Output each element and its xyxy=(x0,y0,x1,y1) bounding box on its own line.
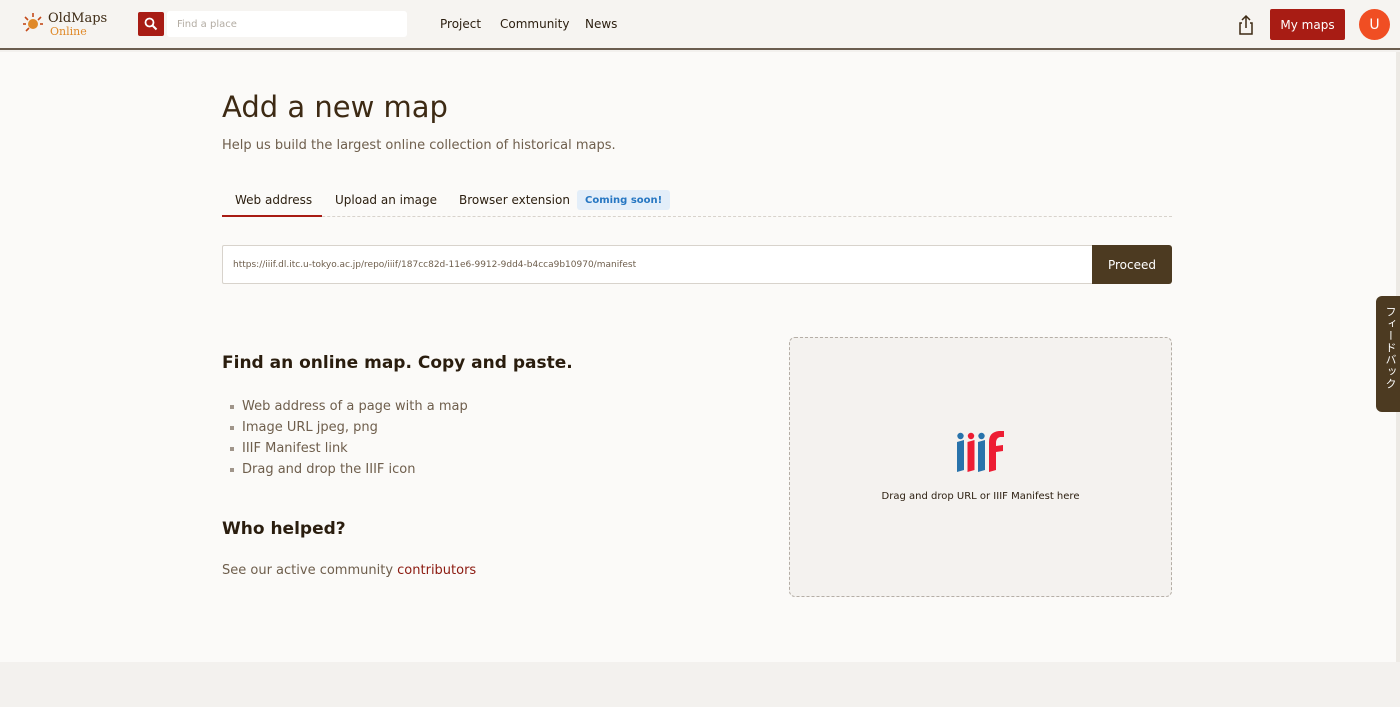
user-avatar[interactable]: U xyxy=(1359,9,1390,40)
logo-text-online: Online xyxy=(50,25,87,38)
coming-soon-badge: Coming soon! xyxy=(577,190,671,210)
who-helped-heading: Who helped? xyxy=(222,519,346,539)
search-input[interactable] xyxy=(167,11,407,37)
proceed-button[interactable]: Proceed xyxy=(1092,245,1172,284)
share-icon xyxy=(1239,14,1253,35)
active-tab-indicator xyxy=(222,215,322,217)
search-button[interactable] xyxy=(138,12,164,36)
tab-upload-image[interactable]: Upload an image xyxy=(335,193,437,207)
list-item: IIIF Manifest link xyxy=(230,438,468,459)
my-maps-button[interactable]: My maps xyxy=(1270,9,1345,40)
tab-browser-extension[interactable]: Browser extension xyxy=(459,193,570,207)
nav-community[interactable]: Community xyxy=(500,17,569,31)
page-title: Add a new map xyxy=(222,90,448,124)
drop-zone-label: Drag and drop URL or IIIF Manifest here xyxy=(881,491,1080,502)
logo-text-oldmaps: OldMaps xyxy=(48,11,108,26)
source-tabs: Web address Upload an image Browser exte… xyxy=(222,184,1172,217)
nav-project[interactable]: Project xyxy=(440,17,481,31)
list-item: Drag and drop the IIIF icon xyxy=(230,459,468,480)
oldmaps-logo[interactable]: OldMaps Online xyxy=(22,9,112,41)
page-subtitle: Help us build the largest online collect… xyxy=(222,138,616,153)
map-url-input[interactable] xyxy=(222,245,1093,284)
find-map-heading: Find an online map. Copy and paste. xyxy=(222,353,573,373)
helped-paragraph: See our active community contributors xyxy=(222,563,476,578)
tab-web-address[interactable]: Web address xyxy=(235,193,312,207)
helped-text: See our active community xyxy=(222,563,394,578)
list-item: Image URL jpeg, png xyxy=(230,417,468,438)
sun-logo-icon xyxy=(23,13,43,32)
feedback-label: フィードバック xyxy=(1384,306,1397,390)
iiif-logo-icon xyxy=(957,431,1004,472)
nav-news[interactable]: News xyxy=(585,17,617,31)
share-button[interactable] xyxy=(1236,14,1256,36)
find-map-list: Web address of a page with a map Image U… xyxy=(230,396,468,480)
contributors-link[interactable]: contributors xyxy=(397,563,476,578)
main-content xyxy=(0,52,1400,662)
drop-zone[interactable]: Drag and drop URL or IIIF Manifest here xyxy=(789,337,1172,597)
search-icon xyxy=(144,17,158,31)
feedback-tab[interactable]: フィードバック xyxy=(1376,296,1400,412)
top-header: OldMaps Online Project Community News My… xyxy=(0,0,1400,50)
list-item: Web address of a page with a map xyxy=(230,396,468,417)
